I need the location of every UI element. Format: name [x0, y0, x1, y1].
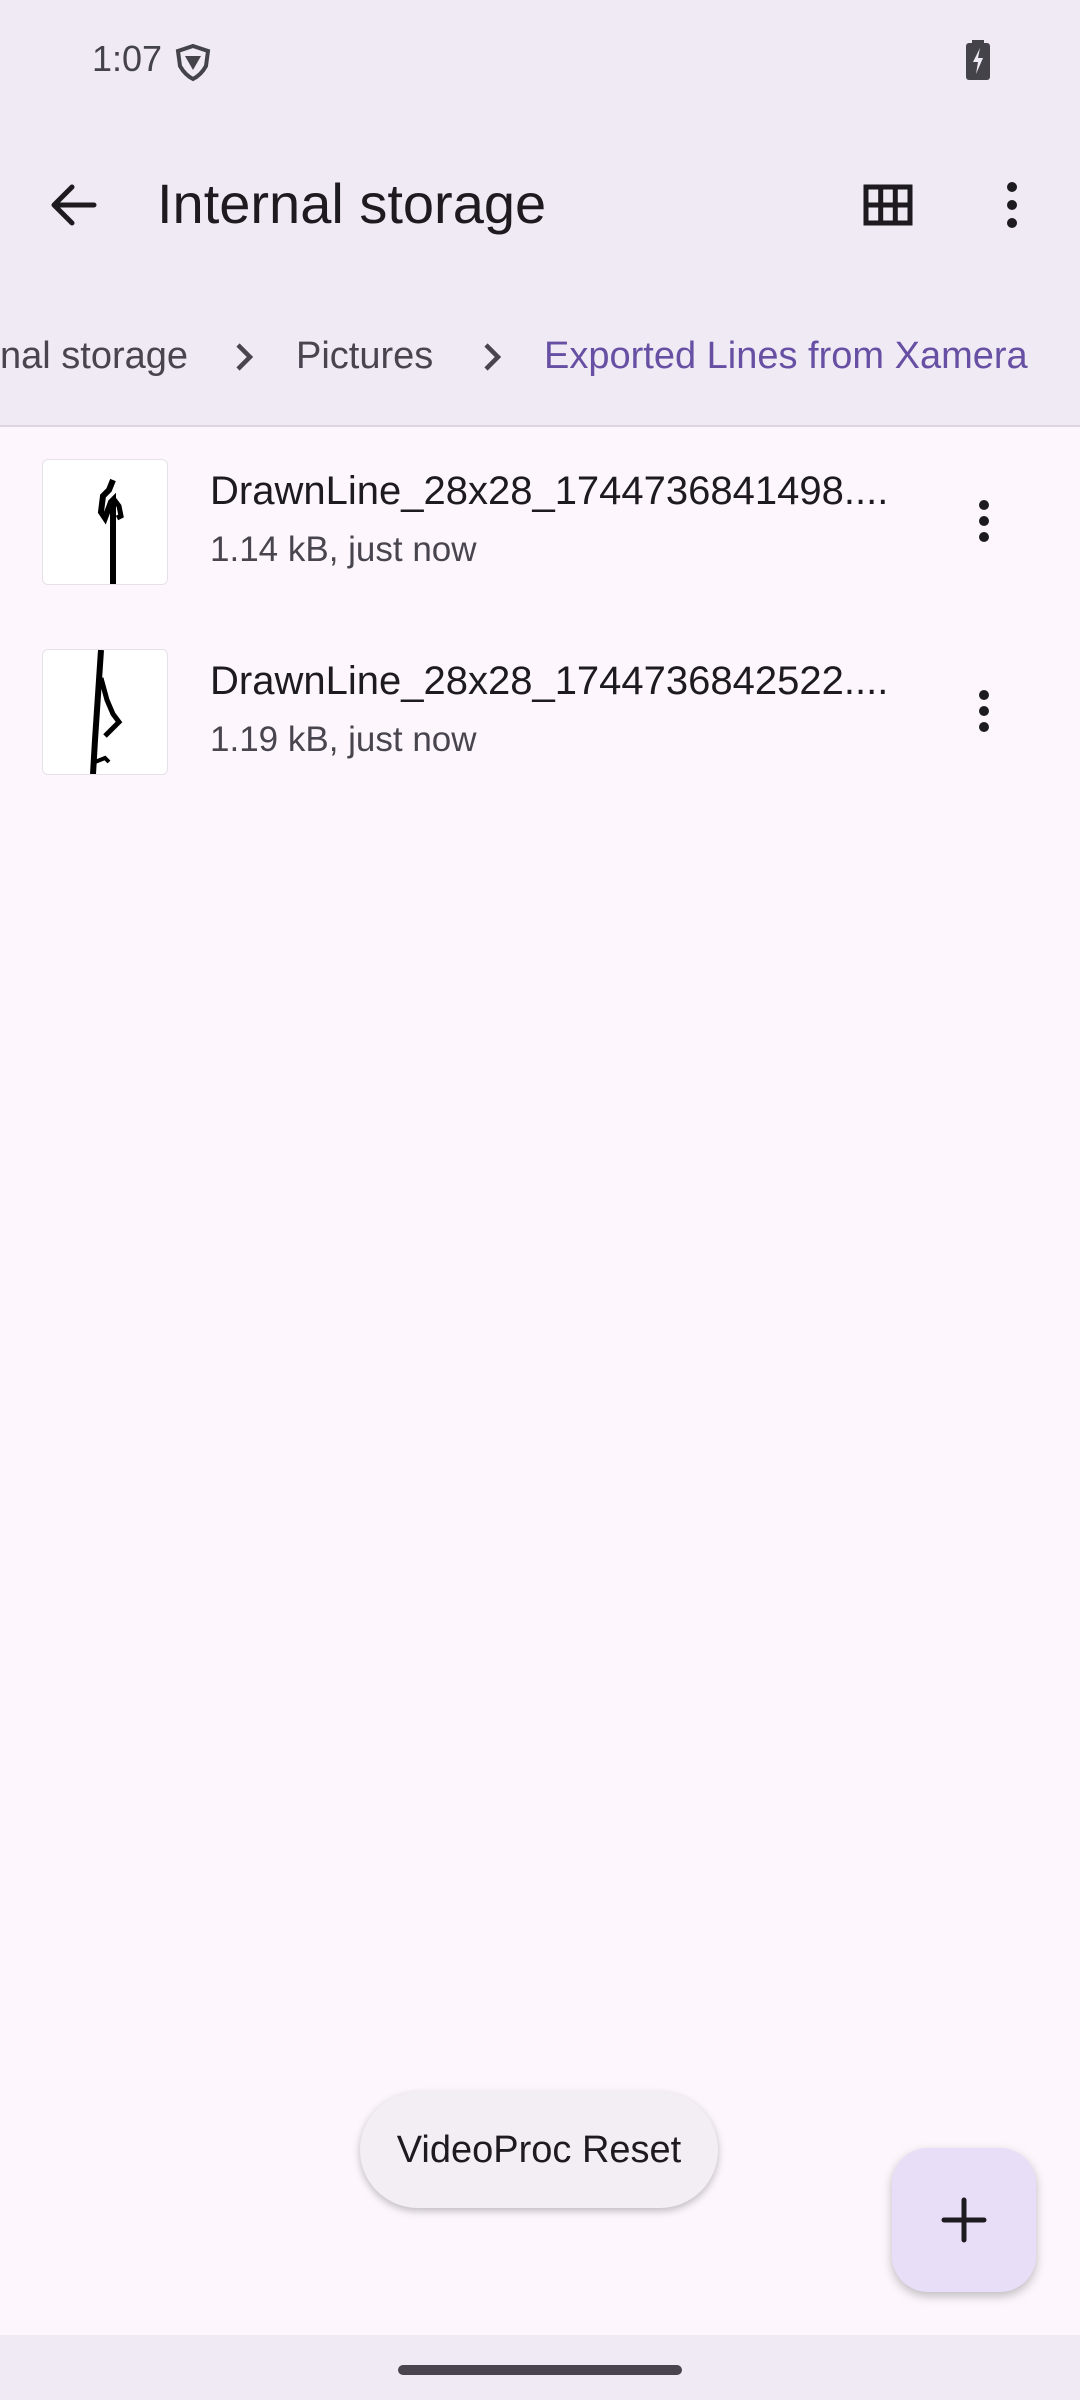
plus-icon [941, 2197, 987, 2243]
navigation-bar [0, 2335, 1080, 2400]
file-thumbnail [42, 649, 168, 775]
vpn-shield-icon [175, 43, 211, 82]
breadcrumb-pictures[interactable]: Pictures [296, 335, 433, 378]
file-list: DrawnLine_28x28_1744736841498.... 1.14 k… [0, 427, 1080, 807]
app-bar: Internal storage [0, 125, 1080, 285]
grid-view-icon[interactable] [852, 169, 924, 241]
file-name: DrawnLine_28x28_1744736841498.... [210, 469, 889, 513]
back-arrow-icon[interactable] [38, 169, 110, 241]
status-time: 1:07 [92, 38, 163, 79]
page-title: Internal storage [157, 172, 547, 235]
toast-message: VideoProc Reset [360, 2092, 718, 2208]
chevron-right-icon [484, 343, 502, 371]
more-vert-icon[interactable] [948, 675, 1020, 747]
list-item[interactable]: DrawnLine_28x28_1744736841498.... 1.14 k… [0, 427, 1080, 617]
more-vert-icon[interactable] [948, 485, 1020, 557]
file-meta: 1.14 kB, just now [210, 530, 477, 569]
gesture-handle[interactable] [398, 2365, 682, 2375]
status-bar: 1:07 [0, 0, 1080, 125]
add-fab-button[interactable] [892, 2148, 1036, 2292]
file-name: DrawnLine_28x28_1744736842522.... [210, 659, 889, 703]
file-meta: 1.19 kB, just now [210, 720, 477, 759]
battery-charging-icon [966, 40, 990, 80]
breadcrumb-exported-lines[interactable]: Exported Lines from Xamera [544, 335, 1028, 378]
more-vert-icon[interactable] [976, 169, 1048, 241]
file-thumbnail [42, 459, 168, 585]
chevron-right-icon [236, 343, 254, 371]
breadcrumb-internal-storage[interactable]: nal storage [0, 335, 188, 378]
breadcrumb: nal storage Pictures Exported Lines from… [0, 285, 1080, 427]
list-item[interactable]: DrawnLine_28x28_1744736842522.... 1.19 k… [0, 617, 1080, 807]
